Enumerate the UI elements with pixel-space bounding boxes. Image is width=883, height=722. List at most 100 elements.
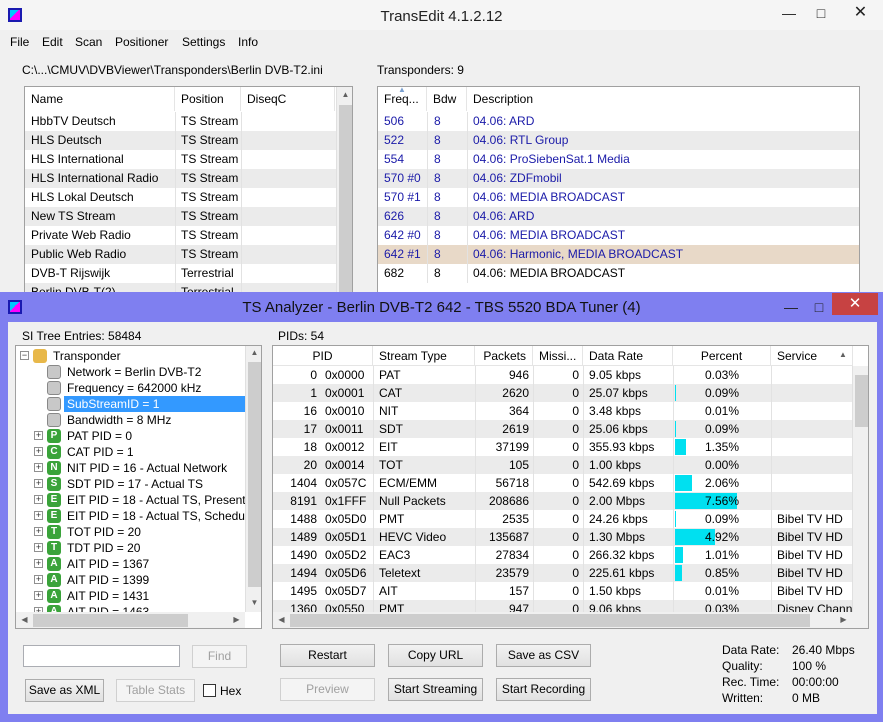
restart-button[interactable]: Restart — [280, 644, 375, 667]
position-row[interactable]: HLS International TS Stream — [25, 150, 336, 169]
position-row[interactable]: HLS International Radio TS Stream — [25, 169, 336, 188]
start-streaming-button[interactable]: Start Streaming — [388, 678, 483, 701]
pid-row[interactable]: 1 0x0001 CAT 2620 0 25.07 kbps 0.09% — [273, 384, 853, 402]
close-icon[interactable]: ✕ — [838, 0, 883, 28]
transponder-row[interactable]: 682 8 04.06: MEDIA BROADCAST — [378, 264, 859, 283]
expand-icon[interactable]: + — [34, 543, 43, 552]
position-row[interactable]: DVB-T Rijswijk Terrestrial — [25, 264, 336, 283]
tree-scroll-down-icon[interactable]: ▼ — [246, 598, 261, 607]
left-scrollbar[interactable]: ▲ — [336, 87, 352, 299]
si-tree[interactable]: − Transponder Network = Berlin DVB-T2 Frequ… — [15, 345, 262, 629]
tree-node[interactable]: + E EIT PID = 18 - Actual TS, Schedule — [16, 508, 254, 524]
analyzer-maximize-icon[interactable]: □ — [804, 294, 834, 322]
tree-node[interactable]: + S SDT PID = 17 - Actual TS — [16, 476, 246, 492]
table-stats-button[interactable]: Table Stats — [116, 679, 195, 702]
menu-info[interactable]: Info — [238, 35, 258, 49]
pid-row[interactable]: 1489 0x05D1 HEVC Video 135687 0 1.30 Mbps 4.92… — [273, 528, 853, 546]
expand-icon[interactable]: + — [34, 431, 43, 440]
expand-icon[interactable]: + — [34, 495, 43, 504]
tree-node[interactable]: + E EIT PID = 18 - Actual TS, Present/F — [16, 492, 256, 508]
scroll-thumb[interactable] — [339, 105, 352, 295]
expand-icon[interactable]: + — [34, 463, 43, 472]
analyzer-close-icon[interactable]: ✕ — [832, 293, 878, 315]
expand-icon[interactable]: + — [34, 575, 43, 584]
tree-node[interactable]: + A AIT PID = 1399 — [16, 572, 246, 588]
transponder-row[interactable]: 522 8 04.06: RTL Group — [378, 131, 859, 150]
pid-hscroll-thumb[interactable] — [290, 614, 810, 627]
pid-row[interactable]: 1488 0x05D0 PMT 2535 0 24.26 kbps 0.09% Bibel T… — [273, 510, 853, 528]
tree-node[interactable]: Frequency = 642000 kHz — [16, 380, 246, 396]
tree-node[interactable]: + N NIT PID = 16 - Actual Network — [16, 460, 246, 476]
col-missing[interactable]: Missi... — [533, 346, 583, 366]
scroll-up-icon[interactable]: ▲ — [337, 90, 352, 99]
col-bandwidth[interactable]: Bdw — [427, 87, 467, 111]
pid-row[interactable]: 0 0x0000 PAT 946 0 9.05 kbps 0.03% — [273, 366, 853, 384]
position-row[interactable]: HLS Deutsch TS Stream — [25, 131, 336, 150]
tree-node[interactable]: Network = Berlin DVB-T2 — [16, 364, 246, 380]
save-xml-button[interactable]: Save as XML — [25, 679, 104, 702]
copy-url-button[interactable]: Copy URL — [388, 644, 483, 667]
tree-node[interactable]: Bandwidth = 8 MHz — [16, 412, 246, 428]
preview-button[interactable]: Preview — [280, 678, 375, 701]
col-pid[interactable]: PID — [273, 346, 373, 366]
tree-scroll-left-icon[interactable]: ◀ — [16, 615, 33, 624]
tree-scroll-right-icon[interactable]: ▶ — [228, 615, 245, 624]
tree-node[interactable]: + P PAT PID = 0 — [16, 428, 246, 444]
pid-row[interactable]: 1495 0x05D7 AIT 157 0 1.50 kbps 0.01% Bibel TV … — [273, 582, 853, 600]
pid-row[interactable]: 8191 0x1FFF Null Packets 208686 0 2.00 Mbps 7.… — [273, 492, 853, 510]
col-packets[interactable]: Packets — [475, 346, 533, 366]
pid-row[interactable]: 1404 0x057C ECM/EMM 56718 0 542.69 kbps 2.06% — [273, 474, 853, 492]
tree-node[interactable]: − Transponder — [16, 348, 246, 364]
col-data-rate[interactable]: Data Rate — [583, 346, 673, 366]
position-row[interactable]: HLS Lokal Deutsch TS Stream — [25, 188, 336, 207]
tree-node[interactable]: + A AIT PID = 1367 — [16, 556, 246, 572]
search-input[interactable] — [23, 645, 180, 667]
col-frequency[interactable]: Freq... ▲ — [378, 87, 427, 111]
transponder-row[interactable]: 642 #0 8 04.06: MEDIA BROADCAST — [378, 226, 859, 245]
position-row[interactable]: Public Web Radio TS Stream — [25, 245, 336, 264]
transponder-row[interactable]: 642 #1 8 04.06: Harmonic, MEDIA BROADCAST — [378, 245, 859, 264]
pid-row[interactable]: 1490 0x05D2 EAC3 27834 0 266.32 kbps 1.01% Bibe… — [273, 546, 853, 564]
collapse-icon[interactable]: − — [20, 351, 29, 360]
transponder-row[interactable]: 626 8 04.06: ARD — [378, 207, 859, 226]
pid-vscroll-thumb[interactable] — [855, 375, 868, 427]
pid-row[interactable]: 1360 0x0550 PMT 947 0 9.06 kbps 0.03% Disney Ch… — [273, 600, 853, 612]
analyzer-minimize-icon[interactable]: — — [776, 294, 806, 322]
pid-row[interactable]: 20 0x0014 TOT 105 0 1.00 kbps 0.00% — [273, 456, 853, 474]
menu-settings[interactable]: Settings — [182, 35, 225, 49]
find-button[interactable]: Find — [192, 645, 247, 668]
transponder-row[interactable]: 570 #1 8 04.06: MEDIA BROADCAST — [378, 188, 859, 207]
tree-vscroll-thumb[interactable] — [248, 362, 261, 587]
expand-icon[interactable]: + — [34, 559, 43, 568]
pid-hscrollbar[interactable]: ◀ ▶ — [273, 612, 868, 628]
col-position[interactable]: Position — [175, 87, 241, 111]
menu-positioner[interactable]: Positioner — [115, 35, 168, 49]
transponder-row[interactable]: 506 8 04.06: ARD — [378, 112, 859, 131]
tree-node[interactable]: + A AIT PID = 1431 — [16, 588, 246, 604]
expand-icon[interactable]: + — [34, 479, 43, 488]
pid-row[interactable]: 17 0x0011 SDT 2619 0 25.06 kbps 0.09% — [273, 420, 853, 438]
col-name[interactable]: Name — [25, 87, 175, 111]
pid-scroll-right-icon[interactable]: ▶ — [835, 615, 852, 624]
save-csv-button[interactable]: Save as CSV — [496, 644, 591, 667]
menu-file[interactable]: File — [10, 35, 29, 49]
menu-edit[interactable]: Edit — [42, 35, 63, 49]
expand-icon[interactable]: + — [34, 527, 43, 536]
col-stream-type[interactable]: Stream Type — [373, 346, 475, 366]
tree-hscrollbar[interactable]: ◀ ▶ — [16, 612, 245, 628]
position-row[interactable]: HbbTV Deutsch TS Stream — [25, 112, 336, 131]
expand-icon[interactable]: + — [34, 511, 43, 520]
tree-node[interactable]: SubStreamID = 1 — [16, 396, 246, 412]
tree-vscrollbar[interactable]: ▲ ▼ — [245, 346, 261, 612]
transponder-row[interactable]: 554 8 04.06: ProSiebenSat.1 Media — [378, 150, 859, 169]
pid-row[interactable]: 18 0x0012 EIT 37199 0 355.93 kbps 1.35% — [273, 438, 853, 456]
minimize-icon[interactable]: — — [774, 0, 804, 28]
col-diseqc[interactable]: DiseqC — [241, 87, 335, 111]
tree-scroll-up-icon[interactable]: ▲ — [246, 348, 261, 357]
col-description[interactable]: Description — [467, 87, 859, 111]
menu-scan[interactable]: Scan — [75, 35, 102, 49]
pid-row[interactable]: 1494 0x05D6 Teletext 23579 0 225.61 kbps 0.85%… — [273, 564, 853, 582]
tree-node[interactable]: + T TDT PID = 20 — [16, 540, 246, 556]
hex-checkbox[interactable] — [203, 684, 216, 697]
expand-icon[interactable]: + — [34, 447, 43, 456]
